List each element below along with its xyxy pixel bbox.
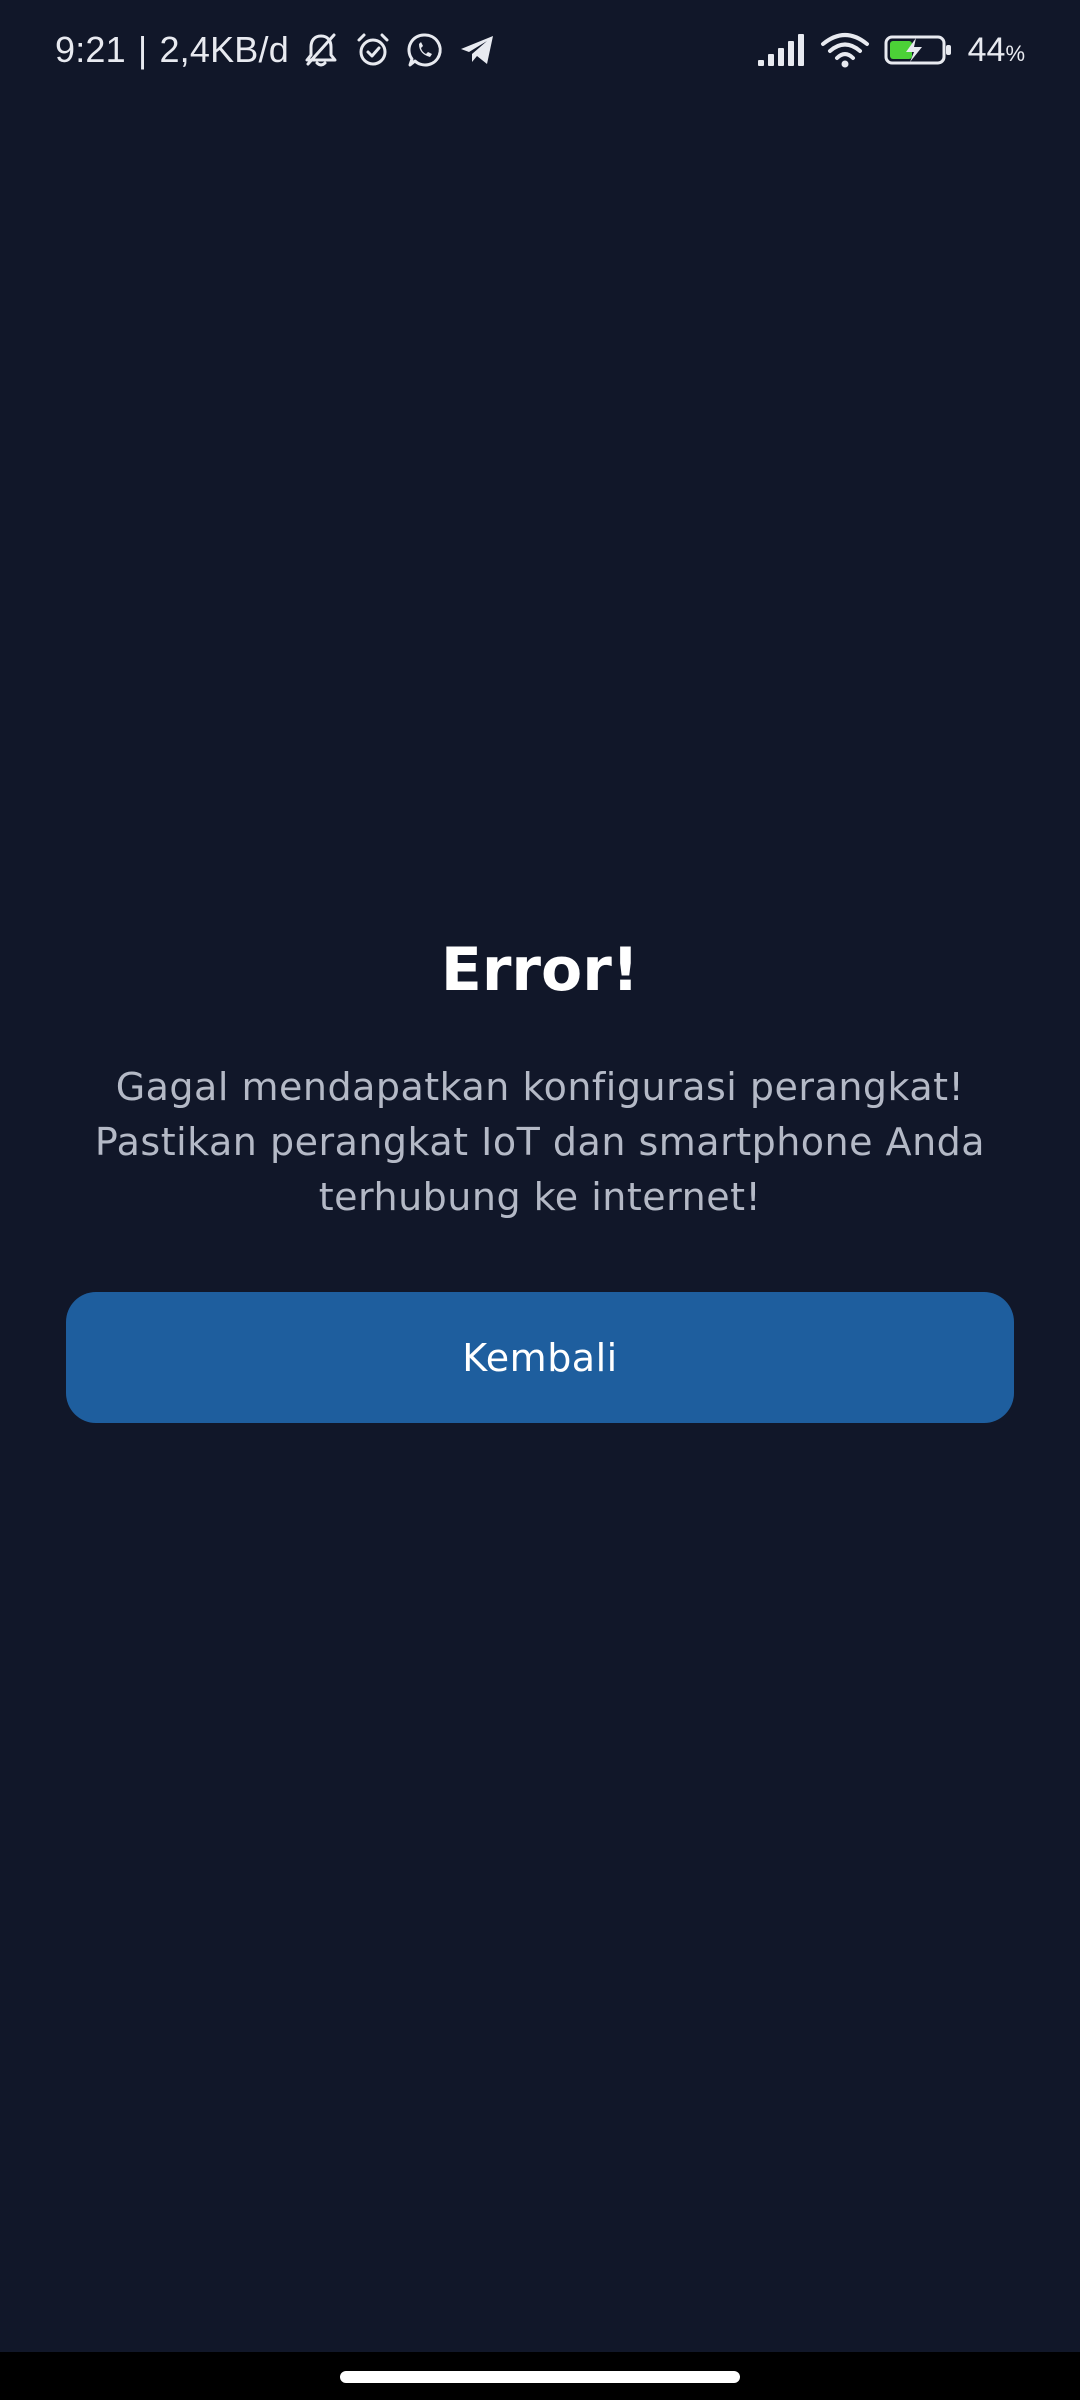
error-screen: Error! Gagal mendapatkan konfigurasi per… — [0, 0, 1080, 2352]
navigation-bar — [0, 2352, 1080, 2400]
home-indicator[interactable] — [340, 2371, 740, 2383]
error-message: Gagal mendapatkan konfigurasi perangkat!… — [94, 1065, 986, 1219]
back-button[interactable]: Kembali — [66, 1292, 1014, 1423]
error-title: Error! — [440, 935, 640, 1005]
